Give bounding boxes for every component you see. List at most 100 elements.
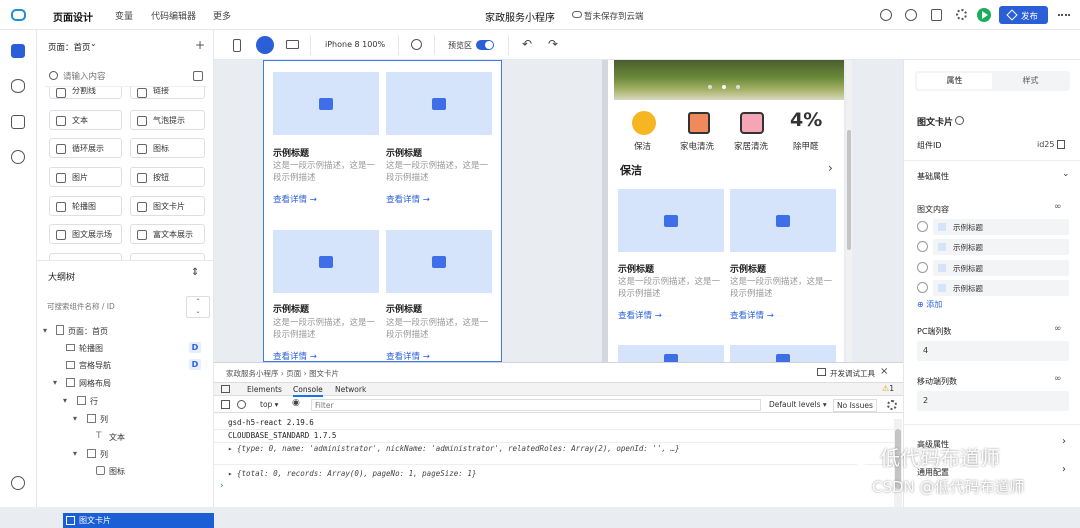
console-filter[interactable] xyxy=(311,399,761,411)
component-icon[interactable]: 图标 xyxy=(130,138,205,158)
filter-icon[interactable] xyxy=(193,71,203,81)
component-button[interactable]: 按钮 xyxy=(130,167,205,187)
tree-item-grid-nav[interactable]: 宫格导航 xyxy=(79,360,111,371)
carousel-dot[interactable] xyxy=(736,85,740,89)
help-icon[interactable] xyxy=(11,476,25,490)
card-link[interactable]: 查看详情 → xyxy=(730,309,774,321)
link-icon[interactable]: ∞ xyxy=(1054,374,1062,384)
caret-icon[interactable]: ▾ xyxy=(43,326,53,336)
refresh-icon[interactable] xyxy=(411,39,422,50)
inspect-icon[interactable] xyxy=(221,385,230,393)
device-selector[interactable]: iPhone 8 100% xyxy=(325,40,385,49)
scrollbar[interactable] xyxy=(846,60,852,362)
component-carousel[interactable]: 轮播图 xyxy=(49,196,122,216)
copy-icon[interactable] xyxy=(1057,140,1065,149)
devtool-label[interactable]: 开发调试工具 xyxy=(830,368,875,379)
component-divider[interactable]: 分割线 xyxy=(49,87,122,99)
remove-icon[interactable] xyxy=(917,282,928,293)
component-showcase[interactable]: 图文展示场 xyxy=(49,224,122,244)
context-selector[interactable]: top ▾ xyxy=(260,400,278,409)
component-search[interactable] xyxy=(45,67,207,87)
tree-item-col[interactable]: 列 xyxy=(100,414,108,425)
card-link[interactable]: 查看详情 → xyxy=(618,309,662,321)
levels-dropdown[interactable]: Default levels ▾ xyxy=(769,400,827,409)
component-link[interactable]: 链接 xyxy=(130,87,205,99)
card-link[interactable]: 查看详情 → xyxy=(273,350,317,362)
content-item[interactable]: 示例标题 xyxy=(917,219,1071,235)
history-icon[interactable] xyxy=(905,9,917,21)
nav-item-appliance[interactable]: 家电清洗 xyxy=(680,140,714,152)
tree-item-icon[interactable]: 图标 xyxy=(109,466,125,477)
tree-item-text[interactable]: 文本 xyxy=(109,432,125,443)
sidebar-toggle-icon[interactable] xyxy=(221,400,230,409)
carousel-banner[interactable] xyxy=(614,60,844,100)
remove-icon[interactable] xyxy=(917,241,928,252)
tab-console[interactable]: Console xyxy=(293,385,323,397)
remove-icon[interactable] xyxy=(917,221,928,232)
chevron-down-icon[interactable]: ⌄ xyxy=(1062,169,1070,179)
nav-item-formaldehyde[interactable]: 除甲醛 xyxy=(793,140,819,152)
chevron-right-icon[interactable]: › xyxy=(828,161,833,175)
remove-icon[interactable] xyxy=(917,262,928,273)
console-log-object[interactable]: ▸ {type: 0, name: 'administrator', nickN… xyxy=(228,444,680,453)
undo-icon[interactable]: ↶ xyxy=(522,37,532,51)
tree-item-col[interactable]: 列 xyxy=(100,449,108,460)
tab-network[interactable]: Network xyxy=(335,385,366,394)
tab-properties[interactable]: 属性 xyxy=(917,73,992,89)
component-partial[interactable] xyxy=(49,253,122,260)
clear-icon[interactable] xyxy=(237,400,246,409)
prompt-icon[interactable]: › xyxy=(220,481,224,491)
component-search-input[interactable] xyxy=(63,70,173,83)
tablet-icon[interactable] xyxy=(256,36,274,54)
component-tooltip[interactable]: 气泡提示 xyxy=(130,110,205,130)
component-image-card[interactable]: 图文卡片 xyxy=(130,196,205,216)
nav-item-cleaning[interactable]: 保洁 xyxy=(634,140,651,152)
close-icon[interactable]: × xyxy=(880,366,888,377)
menu-more[interactable]: 更多 xyxy=(213,9,231,22)
tree-item-carousel[interactable]: 轮播图 xyxy=(79,343,103,354)
add-page-icon[interactable]: + xyxy=(195,38,205,52)
desktop-icon[interactable] xyxy=(286,40,299,49)
component-loop[interactable]: 循环展示 xyxy=(49,138,122,158)
tab-styles[interactable]: 样式 xyxy=(993,73,1068,89)
component-richtext[interactable]: 富文本展示 xyxy=(130,224,205,244)
content-item[interactable]: 示例标题 xyxy=(917,260,1071,276)
caret-icon[interactable]: ▾ xyxy=(73,449,83,459)
component-partial[interactable] xyxy=(130,253,205,260)
tree-item-selected[interactable]: 图文卡片 xyxy=(63,513,214,528)
card-link[interactable]: 查看详情 → xyxy=(273,193,317,205)
preview-toggle[interactable] xyxy=(476,40,494,50)
caret-icon[interactable]: ▾ xyxy=(53,378,63,388)
outline-toggle-icon[interactable]: ⇕ xyxy=(191,267,199,278)
more-icon[interactable] xyxy=(1058,14,1070,16)
link-icon[interactable]: ∞ xyxy=(1054,324,1062,334)
component-image[interactable]: 图片 xyxy=(49,167,122,187)
stepper[interactable]: ⌃ ⌄ xyxy=(186,296,210,318)
content-item[interactable]: 示例标题 xyxy=(917,239,1071,255)
add-item-button[interactable]: ⊕ 添加 xyxy=(917,299,942,310)
formaldehyde-icon[interactable]: 4% xyxy=(790,109,822,131)
settings-icon[interactable] xyxy=(887,400,897,410)
redo-icon[interactable]: ↷ xyxy=(548,37,558,51)
appliance-icon[interactable] xyxy=(688,112,710,134)
cleaning-icon[interactable] xyxy=(632,111,656,135)
info-icon[interactable] xyxy=(955,116,964,125)
tree-item-page[interactable]: 页面：首页 xyxy=(68,326,108,337)
home-clean-icon[interactable] xyxy=(740,112,764,134)
pc-cols-input[interactable]: 4 xyxy=(917,341,1069,361)
content-item[interactable]: 示例标题 xyxy=(917,280,1071,296)
menu-code-editor[interactable]: 代码编辑器 xyxy=(151,9,196,22)
nav-item-home[interactable]: 家居清洗 xyxy=(734,140,768,152)
database-icon[interactable] xyxy=(11,79,25,93)
plugin-icon[interactable] xyxy=(11,150,25,164)
tree-item-grid-layout[interactable]: 网格布局 xyxy=(79,378,111,389)
outline-search[interactable]: ⌃⌄ xyxy=(45,296,210,318)
tab-elements[interactable]: Elements xyxy=(247,385,282,394)
settings-icon[interactable] xyxy=(956,9,967,20)
carousel-dot[interactable] xyxy=(708,85,712,89)
mobile-icon[interactable] xyxy=(233,39,241,52)
publish-button[interactable]: 发布 xyxy=(999,6,1048,24)
menu-variables[interactable]: 变量 xyxy=(115,9,133,22)
carousel-dot[interactable] xyxy=(722,85,726,89)
caret-icon[interactable]: ▾ xyxy=(63,396,73,406)
